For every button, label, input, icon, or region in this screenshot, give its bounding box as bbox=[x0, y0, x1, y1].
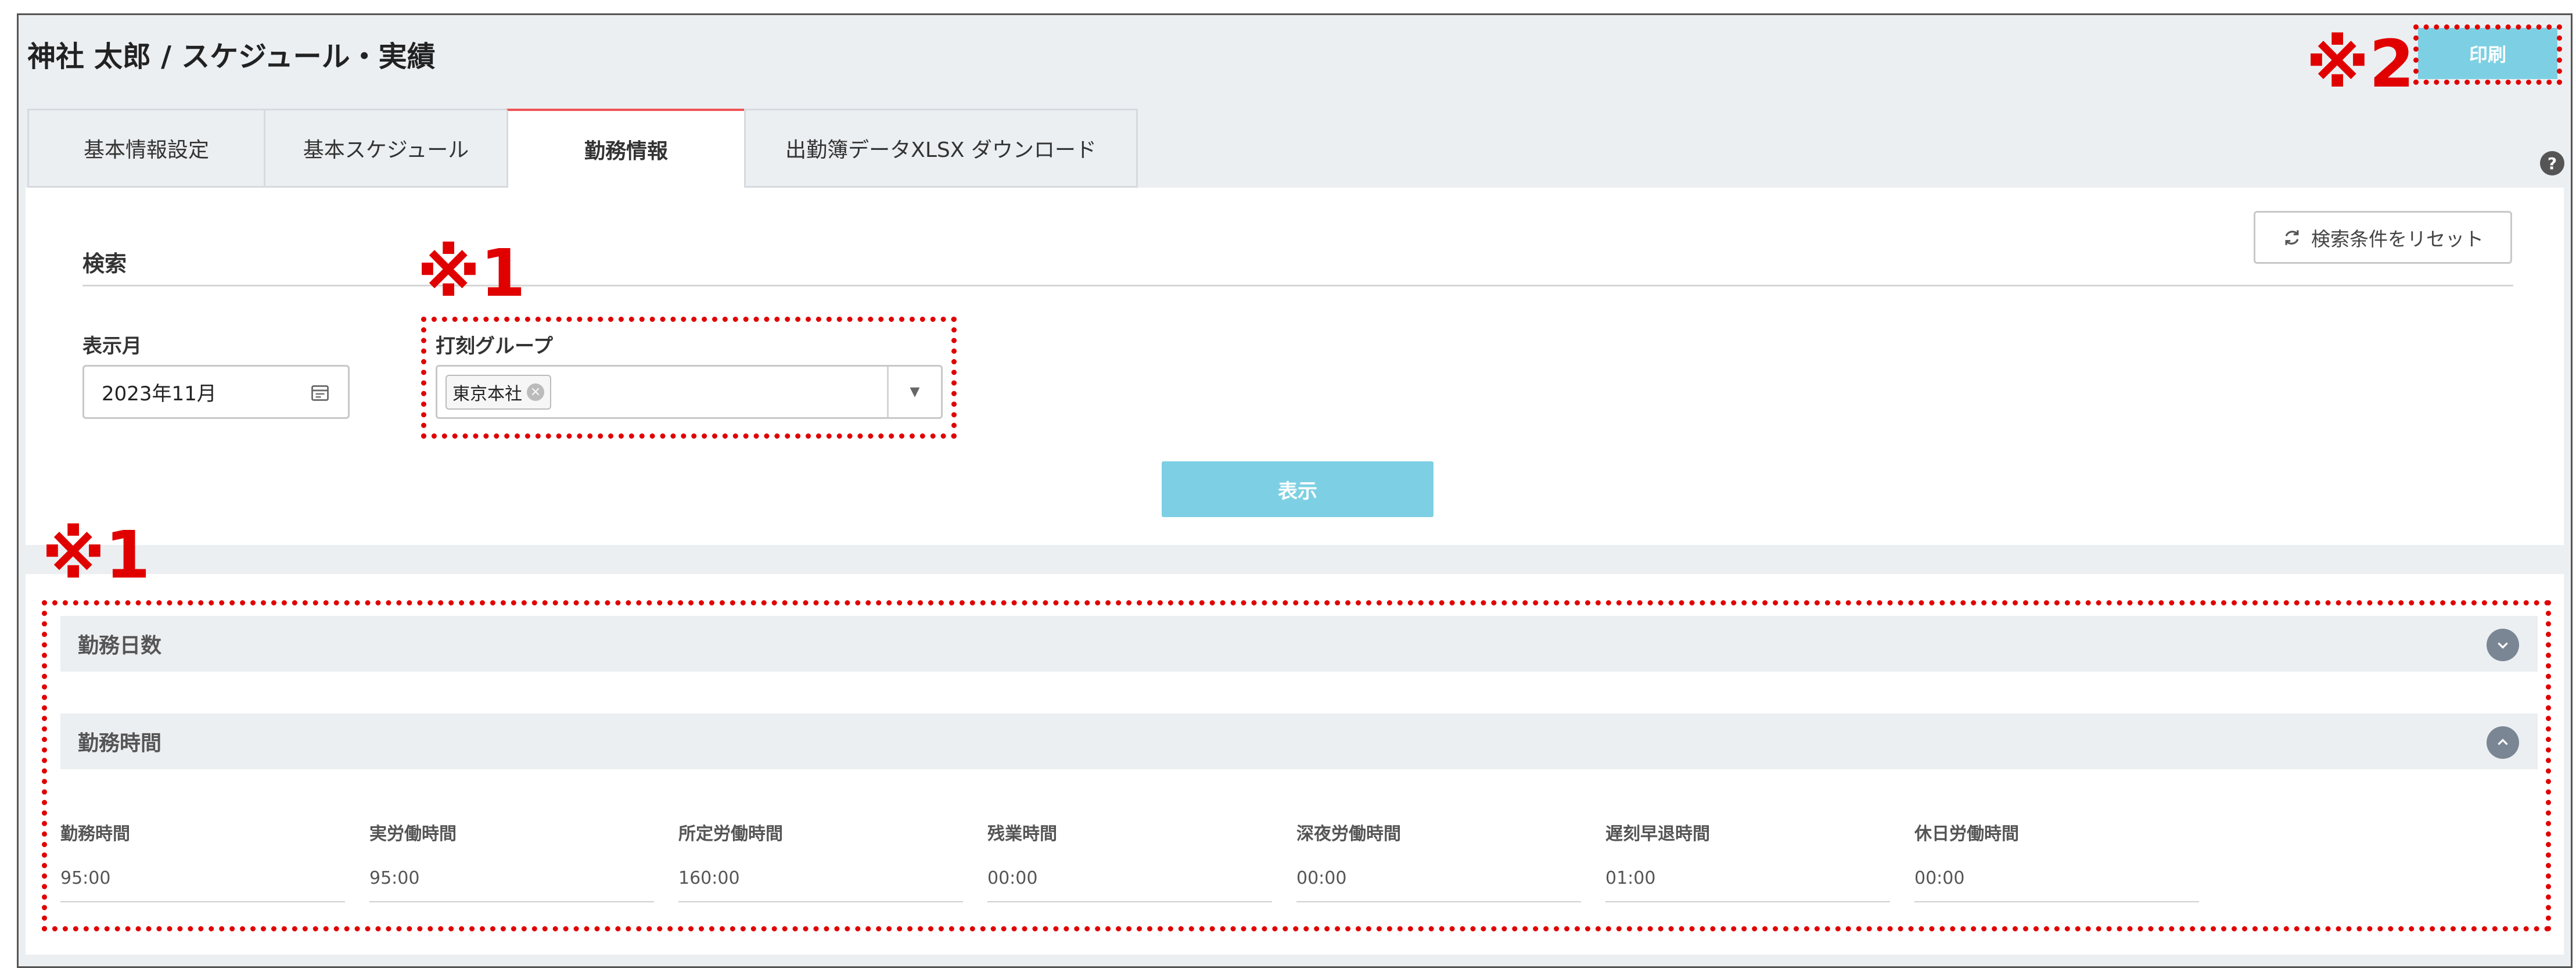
annotation-box-results bbox=[42, 600, 2551, 931]
annotation-mark-1-group: ※1 bbox=[417, 236, 526, 311]
tab-basic-schedule[interactable]: 基本スケジュール bbox=[264, 109, 506, 188]
help-icon[interactable]: ? bbox=[2540, 151, 2564, 175]
reset-search-label: 検索条件をリセット bbox=[2311, 227, 2484, 250]
tab-attendance-xlsx-download[interactable]: 出勤簿データXLSX ダウンロード bbox=[744, 109, 1138, 188]
tab-bar: 基本情報設定 基本スケジュール 勤務情報 出勤簿データXLSX ダウンロード bbox=[27, 109, 1138, 188]
annotation-mark-1-results: ※1 bbox=[42, 518, 150, 593]
calendar-icon bbox=[311, 385, 329, 401]
month-input[interactable]: 2023年11月 bbox=[82, 365, 350, 419]
tab-basic-info[interactable]: 基本情報設定 bbox=[27, 109, 264, 188]
page-title: 神社 太郎 / スケジュール・実績 bbox=[27, 40, 436, 73]
show-button[interactable]: 表示 bbox=[1162, 461, 1433, 517]
tab-work-info[interactable]: 勤務情報 bbox=[506, 109, 744, 188]
reset-search-button[interactable]: 検索条件をリセット bbox=[2254, 211, 2512, 264]
search-heading: 検索 bbox=[82, 251, 127, 277]
month-label: 表示月 bbox=[82, 335, 142, 358]
annotation-box-print bbox=[2413, 24, 2562, 85]
refresh-icon bbox=[2285, 230, 2299, 245]
month-value: 2023年11月 bbox=[102, 382, 217, 406]
section-separator bbox=[26, 545, 2564, 574]
annotation-box-group bbox=[421, 317, 957, 439]
annotation-mark-2: ※2 bbox=[2306, 27, 2415, 102]
